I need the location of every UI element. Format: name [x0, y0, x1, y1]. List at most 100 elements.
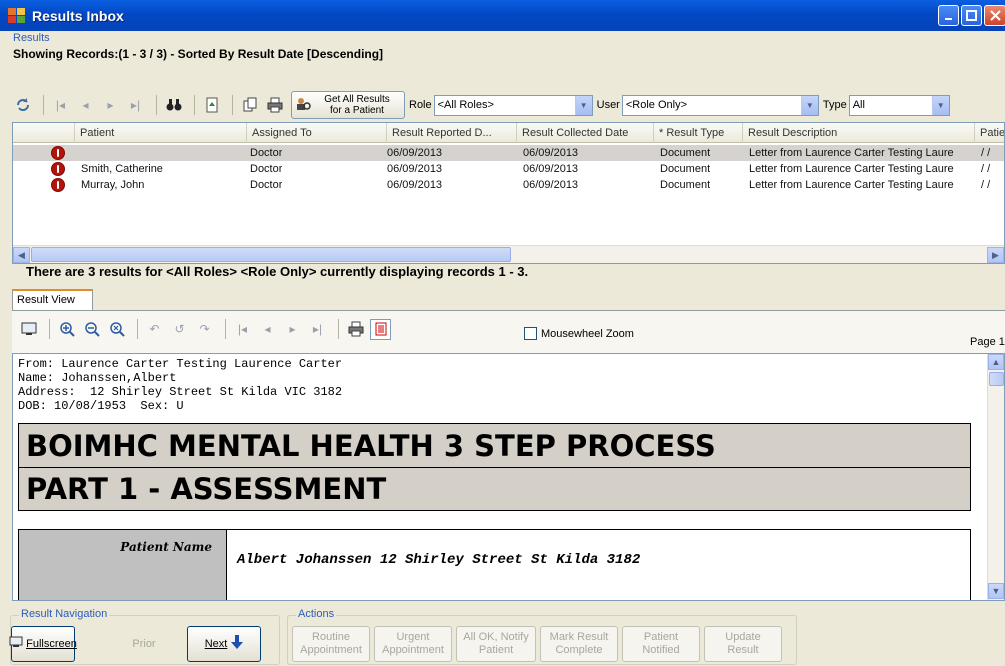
zoom-fit-icon[interactable] — [106, 319, 127, 340]
result-navigation-group: Result Navigation Fullscreen Prior Next — [9, 608, 280, 665]
col-patient[interactable]: Patient — [75, 123, 247, 143]
toolbar-separator — [225, 319, 226, 339]
zoom-in-icon[interactable] — [56, 319, 77, 340]
col-result-description[interactable]: Result Description — [743, 123, 975, 143]
user-select[interactable]: <Role Only> ▼ — [621, 94, 819, 116]
type-select[interactable]: All ▼ — [848, 94, 950, 116]
document-viewer[interactable]: From: Laurence Carter Testing Laurence C… — [12, 353, 1005, 601]
table-row[interactable]: Murray, John Doctor 06/09/2013 06/09/201… — [13, 177, 1004, 193]
all-ok-notify-button[interactable]: All OK, Notify Patient — [456, 626, 536, 662]
cell-assigned: Doctor — [250, 163, 283, 175]
rotate-icon[interactable]: ↺ — [169, 319, 190, 340]
scrollbar-thumb[interactable] — [989, 372, 1004, 386]
cell-description: Letter from Laurence Carter Testing Laur… — [749, 179, 954, 191]
cell-assigned: Doctor — [250, 147, 283, 159]
monitor-icon[interactable] — [18, 319, 39, 340]
scroll-right-icon[interactable]: ▶ — [987, 247, 1004, 263]
routine-appointment-button[interactable]: Routine Appointment — [292, 626, 370, 662]
patient-notified-button[interactable]: Patient Notified — [622, 626, 700, 662]
scroll-down-icon[interactable]: ▼ — [988, 583, 1004, 599]
fullscreen-button[interactable]: Fullscreen — [9, 626, 77, 662]
vertical-scrollbar[interactable]: ▲ ▼ — [987, 354, 1004, 600]
scrollbar-thumb[interactable] — [31, 247, 511, 262]
get-all-results-button[interactable]: Get All Results for a Patient — [291, 91, 405, 119]
user-label: User — [596, 99, 620, 111]
btn-label-l2: Patient — [478, 644, 514, 656]
role-value: <All Roles> — [437, 99, 494, 111]
patient-name-row: Patient Name Albert Johanssen 12 Shirley… — [18, 529, 971, 600]
horizontal-scrollbar[interactable]: ◀ ▶ — [13, 245, 1004, 263]
export-document-icon[interactable] — [201, 95, 222, 116]
btn-label-l1: All OK, Notify — [463, 631, 529, 643]
monitor-icon — [9, 636, 23, 652]
urgent-alert-icon — [51, 178, 65, 192]
user-value: <Role Only> — [625, 99, 688, 111]
btn-label: Mark Result Complete — [550, 631, 609, 657]
toolbar-separator — [156, 95, 157, 115]
print-icon[interactable] — [264, 95, 285, 116]
mark-result-complete-button[interactable]: Mark Result Complete — [540, 626, 618, 662]
btn-label-l2: Result — [727, 644, 759, 656]
tab-result-view[interactable]: Result View — [12, 289, 93, 311]
page-indicator: Page 1 of 1 — [970, 336, 1005, 348]
cell-type: Document — [660, 179, 711, 191]
btn-label-l2: Appointment — [300, 644, 362, 656]
btn-label-l1: Patient — [643, 631, 679, 643]
col-result-type[interactable]: * Result Type — [654, 123, 743, 143]
first-record-icon[interactable]: |◂ — [50, 95, 71, 116]
btn-label-l2: Appointment — [382, 644, 444, 656]
minimize-icon[interactable] — [938, 5, 959, 26]
table-row[interactable]: Doctor 06/09/2013 06/09/2013 Document Le… — [13, 145, 1004, 161]
next-button[interactable]: Next — [187, 626, 261, 662]
maximize-icon[interactable] — [961, 5, 982, 26]
scroll-up-icon[interactable]: ▲ — [988, 354, 1004, 370]
toolbar-separator — [137, 319, 138, 339]
btn-label-l1: Mark Result — [549, 631, 609, 643]
cell-patient: Murray, John — [81, 179, 145, 191]
toolbar-separator — [338, 319, 339, 339]
col-result-reported[interactable]: Result Reported D... — [387, 123, 517, 143]
chevron-down-icon[interactable]: ▼ — [931, 95, 949, 115]
rotate-left-icon[interactable]: ↶ — [144, 319, 165, 340]
previous-page-icon[interactable]: ◂ — [257, 319, 278, 340]
update-result-button[interactable]: Update Result — [704, 626, 782, 662]
last-page-icon[interactable]: ▸| — [307, 319, 328, 340]
close-icon[interactable] — [984, 5, 1005, 26]
mousewheel-zoom-checkbox[interactable]: Mousewheel Zoom — [524, 327, 634, 340]
btn-label: All OK, Notify Patient — [463, 631, 528, 657]
print-icon[interactable] — [345, 319, 366, 340]
first-page-icon[interactable]: |◂ — [232, 319, 253, 340]
document-title-band: BOIMHC MENTAL HEALTH 3 STEP PROCESS — [18, 423, 971, 468]
btn-label-l1: Update — [725, 631, 761, 643]
toolbar-separator — [43, 95, 44, 115]
chevron-down-icon[interactable]: ▼ — [574, 95, 592, 115]
table-row[interactable]: Smith, Catherine Doctor 06/09/2013 06/09… — [13, 161, 1004, 177]
chevron-down-icon[interactable]: ▼ — [800, 95, 818, 115]
col-status[interactable] — [13, 123, 75, 143]
last-record-icon[interactable]: ▸| — [125, 95, 146, 116]
previous-record-icon[interactable]: ◂ — [75, 95, 96, 116]
grid-header: Patient Assigned To Result Reported D...… — [13, 123, 1004, 143]
title-bar[interactable]: Results Inbox — [0, 0, 1005, 31]
window-title: Results Inbox — [32, 7, 124, 24]
get-all-line1: Get All Results — [324, 94, 390, 105]
copy-icon[interactable] — [239, 95, 260, 116]
zoom-out-icon[interactable] — [81, 319, 102, 340]
next-record-icon[interactable]: ▸ — [100, 95, 121, 116]
refresh-icon[interactable] — [12, 95, 33, 116]
role-select[interactable]: <All Roles> ▼ — [433, 94, 593, 116]
binoculars-search-icon[interactable] — [163, 95, 184, 116]
cell-patient: Smith, Catherine — [81, 163, 163, 175]
cell-collected: 06/09/2013 — [523, 179, 579, 191]
prior-button[interactable]: Prior — [107, 626, 181, 662]
rotate-right-icon[interactable]: ↷ — [194, 319, 215, 340]
col-assigned-to[interactable]: Assigned To — [247, 123, 387, 143]
next-page-icon[interactable]: ▸ — [282, 319, 303, 340]
scroll-left-icon[interactable]: ◀ — [13, 247, 30, 263]
col-result-collected[interactable]: Result Collected Date — [517, 123, 654, 143]
col-patient-extra[interactable]: Patie — [975, 123, 1004, 143]
checkbox-box[interactable] — [524, 327, 537, 340]
cell-reported: 06/09/2013 — [387, 163, 443, 175]
urgent-appointment-button[interactable]: Urgent Appointment — [374, 626, 452, 662]
document-view-icon[interactable] — [370, 318, 391, 340]
